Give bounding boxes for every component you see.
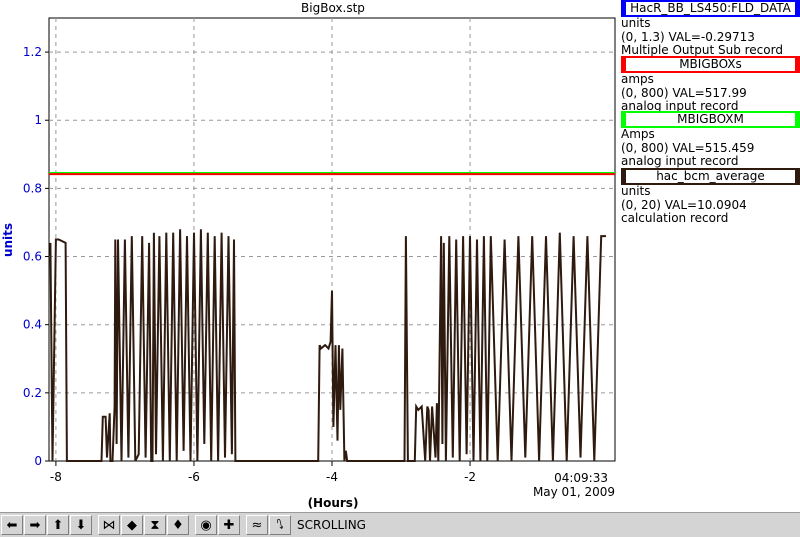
legend-units: units bbox=[621, 16, 651, 30]
y-tick-label: 1 bbox=[34, 113, 42, 127]
chart-title: BigBox.stp bbox=[301, 1, 365, 15]
zoom-out-x-icon[interactable]: ◆ bbox=[121, 515, 143, 535]
legend-entry-mbigboxs[interactable]: MBIGBOXs amps (0, 800) VAL=517.99 analog… bbox=[621, 56, 800, 114]
legend-range-value: (0, 800) VAL=515.459 bbox=[621, 140, 755, 155]
legend-name-box: hac_bcm_average bbox=[621, 168, 800, 185]
date-label: May 01, 2009 bbox=[533, 485, 615, 499]
legend-units: units bbox=[621, 184, 651, 198]
legend-units: amps bbox=[621, 72, 654, 86]
arrow-left-icon[interactable]: ⬅ bbox=[1, 515, 23, 535]
x-tick-label: -2 bbox=[464, 470, 476, 484]
legend-range-value: (0, 1.3) VAL=-0.29713 bbox=[621, 29, 755, 44]
auto-scale-icon[interactable]: ◉ bbox=[195, 515, 217, 535]
x-axis-ticks: -8 -6 -4 -2 bbox=[50, 461, 476, 484]
zoom-in-y-icon[interactable]: ⧗ bbox=[144, 515, 166, 535]
legend-range-value: (0, 800) VAL=517.99 bbox=[621, 85, 747, 100]
y-axis-ticks: 0 0.2 0.4 0.6 0.8 1 1.2 bbox=[23, 45, 49, 468]
pan-scroll-icon[interactable]: ≈ bbox=[246, 515, 268, 535]
arrow-up-icon[interactable]: ⬆ bbox=[47, 515, 69, 535]
legend-range-value: (0, 20) VAL=10.0904 bbox=[621, 197, 747, 212]
y-tick-label: 1.2 bbox=[23, 45, 42, 59]
legend-entry-hac-bcm-average[interactable]: hac_bcm_average units (0, 20) VAL=10.090… bbox=[621, 168, 800, 226]
legend-record-type: analog input record bbox=[621, 154, 739, 168]
legend-record-type: calculation record bbox=[621, 211, 729, 225]
x-axis-label: (Hours) bbox=[308, 496, 359, 510]
x-tick-label: -4 bbox=[326, 470, 338, 484]
toolbar: ⬅ ➡ ⬆ ⬇ ⋈ ◆ ⧗ ♦ ◉ ✚ ≈ ⭛ SCROLLING bbox=[0, 512, 800, 537]
y-tick-label: 0.4 bbox=[23, 318, 42, 332]
y-tick-label: 0.8 bbox=[23, 181, 42, 195]
stop-scroll-icon[interactable]: ⭛ bbox=[269, 515, 291, 535]
chart-plot: 0 0.2 0.4 0.6 0.8 1 1.2 -8 -6 -4 -2 BigBox.stp un… bbox=[1, 1, 616, 510]
legend-entry-fld-data[interactable]: HacR_BB_LS450:FLD_DATA units (0, 1.3) VA… bbox=[621, 0, 800, 58]
arrow-down-icon[interactable]: ⬇ bbox=[70, 515, 92, 535]
x-tick-label: -6 bbox=[188, 470, 200, 484]
legend-name-box: MBIGBOXs bbox=[621, 56, 800, 73]
arrow-right-icon[interactable]: ➡ bbox=[24, 515, 46, 535]
y-tick-label: 0.6 bbox=[23, 250, 42, 264]
legend-units: Amps bbox=[621, 127, 655, 141]
y-axis-label: units bbox=[1, 223, 15, 257]
legend-entry-mbigboxm[interactable]: MBIGBOXM Amps (0, 800) VAL=515.459 analo… bbox=[621, 111, 800, 169]
time-label: 04:09:33 bbox=[554, 471, 608, 485]
y-tick-label: 0 bbox=[34, 454, 42, 468]
zoom-in-x-icon[interactable]: ⋈ bbox=[98, 515, 120, 535]
x-tick-label: -8 bbox=[50, 470, 62, 484]
add-icon[interactable]: ✚ bbox=[218, 515, 240, 535]
y-tick-label: 0.2 bbox=[23, 386, 42, 400]
mode-label: SCROLLING bbox=[297, 518, 366, 532]
legend-name-box: MBIGBOXM bbox=[621, 111, 800, 128]
legend-name-box: HacR_BB_LS450:FLD_DATA bbox=[621, 0, 800, 17]
zoom-out-y-icon[interactable]: ♦ bbox=[167, 515, 189, 535]
